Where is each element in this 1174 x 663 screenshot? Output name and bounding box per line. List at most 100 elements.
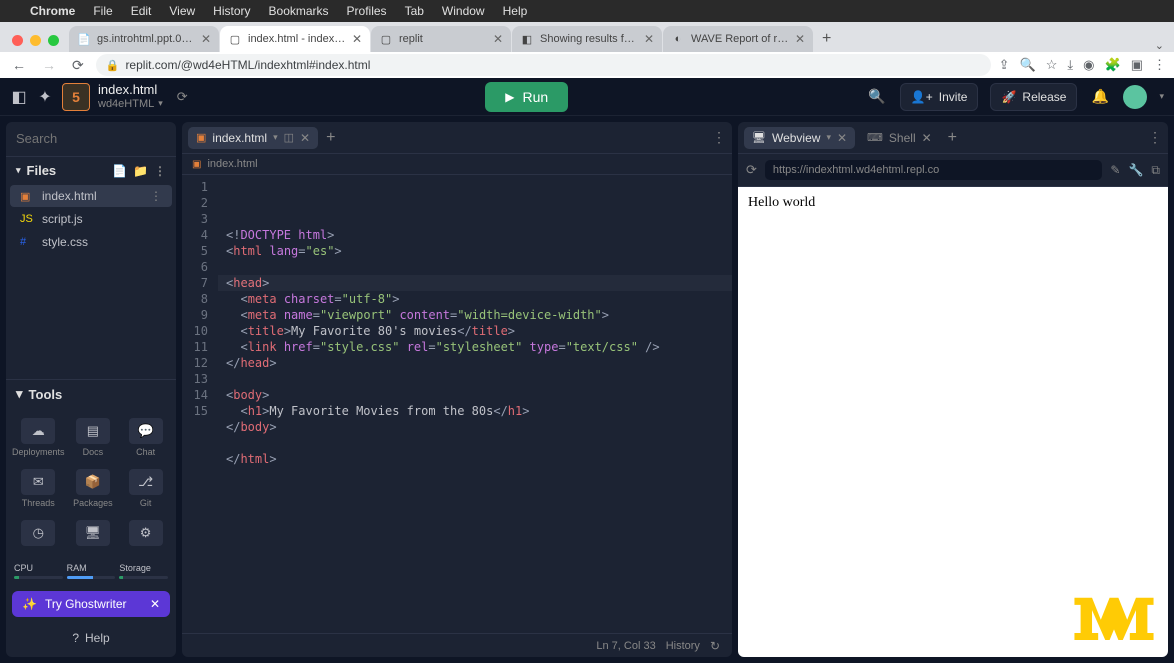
bell-icon[interactable]: 🔔 xyxy=(1089,88,1111,105)
sidebar-toggle-icon[interactable]: ◧ xyxy=(10,88,28,106)
files-more-icon[interactable]: ⋮ xyxy=(154,164,166,178)
url-field[interactable]: 🔒 replit.com/@wd4eHTML/indexhtml#index.h… xyxy=(96,54,991,76)
add-tab-button[interactable]: + xyxy=(322,129,339,147)
project-title[interactable]: index.html wd4eHTML ▾ xyxy=(98,83,163,109)
download-icon[interactable]: ⤓ xyxy=(1067,57,1073,73)
release-button[interactable]: 🚀 Release xyxy=(990,83,1077,111)
tool-item[interactable]: ⎇Git xyxy=(119,463,172,514)
code-line[interactable] xyxy=(226,371,724,387)
file-more-icon[interactable]: ⋮ xyxy=(150,189,162,203)
window-maximize[interactable] xyxy=(48,35,59,46)
replit-logo-icon[interactable]: ✦ xyxy=(36,88,54,106)
menu-tab[interactable]: Tab xyxy=(405,4,424,18)
search-input[interactable] xyxy=(16,131,166,146)
code-editor[interactable]: 123456789101112131415 <!DOCTYPE html><ht… xyxy=(182,175,732,633)
window-close[interactable] xyxy=(12,35,23,46)
wrench-icon[interactable]: 🔧 xyxy=(1128,163,1143,177)
avatar[interactable] xyxy=(1123,85,1147,109)
tool-item[interactable]: ⚙ xyxy=(119,514,172,555)
nav-forward[interactable]: → xyxy=(38,57,60,73)
browser-tab[interactable]: ▢index.html - index.html - Replit✕ xyxy=(220,26,370,52)
panel-icon[interactable]: ▣ xyxy=(1131,57,1143,73)
window-minimize[interactable] xyxy=(30,35,41,46)
menu-history[interactable]: History xyxy=(213,4,250,18)
shell-tab[interactable]: ⌨ Shell ✕ xyxy=(859,127,940,149)
tool-item[interactable]: 🖥 xyxy=(67,514,120,555)
account-chevron[interactable]: ▾ xyxy=(1159,91,1164,102)
code-line[interactable] xyxy=(226,259,724,275)
tool-item[interactable]: ▤Docs xyxy=(67,412,120,463)
profile-icon[interactable]: ◉ xyxy=(1083,57,1094,73)
menu-profiles[interactable]: Profiles xyxy=(347,4,387,18)
editor-tab-active[interactable]: ▣ index.html ▾ ◫ ✕ xyxy=(188,127,318,149)
tool-item[interactable]: ◷ xyxy=(10,514,67,555)
open-external-icon[interactable]: ⧉ xyxy=(1151,163,1160,178)
chevron-down-icon[interactable]: ▾ xyxy=(273,132,278,143)
browser-tab[interactable]: 📄gs.introhtml.ppt.02.04b - Goo✕ xyxy=(69,26,219,52)
menu-window[interactable]: Window xyxy=(442,4,485,18)
file-item[interactable]: #style.css xyxy=(10,231,172,253)
code-content[interactable]: <!DOCTYPE html><html lang="es"> <head> <… xyxy=(218,175,732,633)
tab-close-icon[interactable]: ✕ xyxy=(352,32,362,46)
new-tab-button[interactable]: + xyxy=(814,30,839,52)
menu-help[interactable]: Help xyxy=(503,4,528,18)
tool-item[interactable]: 📦Packages xyxy=(67,463,120,514)
browser-tab[interactable]: ◧Showing results for contents✕ xyxy=(512,26,662,52)
browser-tab[interactable]: ◐WAVE Report of replit✕ xyxy=(663,26,813,52)
tab-close-icon[interactable]: ✕ xyxy=(644,32,654,46)
tool-item[interactable]: ☁Deployments xyxy=(10,412,67,463)
search-icon[interactable]: 🔍 xyxy=(866,88,888,105)
add-tab-button[interactable]: + xyxy=(944,129,961,147)
code-line[interactable]: <link href="style.css" rel="stylesheet" … xyxy=(226,339,724,355)
close-icon[interactable]: ✕ xyxy=(300,131,310,145)
tools-header[interactable]: ▾ Tools xyxy=(6,379,176,408)
extensions-icon[interactable]: 🧩 xyxy=(1105,57,1121,73)
close-icon[interactable]: ✕ xyxy=(922,131,932,145)
webview-content[interactable]: Hello world xyxy=(738,187,1168,657)
close-icon[interactable]: ✕ xyxy=(150,597,160,611)
help-button[interactable]: ? Help xyxy=(12,625,170,651)
search-box[interactable] xyxy=(6,122,176,157)
tab-close-icon[interactable]: ✕ xyxy=(201,32,211,46)
sync-icon[interactable]: ⟳ xyxy=(177,89,188,105)
history-button[interactable]: History xyxy=(666,640,700,652)
menu-edit[interactable]: Edit xyxy=(131,4,152,18)
code-line[interactable]: </head> xyxy=(226,355,724,371)
chevron-down-icon[interactable]: ▾ xyxy=(826,132,831,143)
star-icon[interactable]: ☆ xyxy=(1046,57,1058,73)
menu-icon[interactable]: ⋮ xyxy=(1153,57,1166,73)
new-folder-icon[interactable]: 📁 xyxy=(133,164,148,178)
file-item[interactable]: ▣index.html⋮ xyxy=(10,185,172,207)
webview-url[interactable]: https://indexhtml.wd4ehtml.repl.co xyxy=(765,160,1103,180)
ghostwriter-button[interactable]: ✨ Try Ghostwriter ✕ xyxy=(12,591,170,617)
split-icon[interactable]: ◫ xyxy=(284,131,294,144)
invite-button[interactable]: 👤+ Invite xyxy=(900,83,979,111)
history-icon[interactable]: ↻ xyxy=(710,639,720,653)
new-file-icon[interactable]: 📄 xyxy=(112,164,127,178)
menu-view[interactable]: View xyxy=(169,4,195,18)
nav-reload[interactable]: ⟳ xyxy=(68,57,88,74)
share-icon[interactable]: ⇪ xyxy=(999,57,1010,73)
code-line[interactable]: <meta charset="utf-8"> xyxy=(226,291,724,307)
edit-icon[interactable]: ✎ xyxy=(1110,163,1120,177)
pane-more-icon[interactable]: ⋮ xyxy=(712,129,726,146)
breadcrumb[interactable]: ▣ index.html xyxy=(182,154,732,175)
run-button[interactable]: ▶ Run xyxy=(485,82,568,112)
code-line[interactable] xyxy=(226,435,724,451)
tabs-menu-chevron[interactable]: ⌄ xyxy=(1155,39,1174,52)
tool-item[interactable]: 💬Chat xyxy=(119,412,172,463)
code-line[interactable]: <!DOCTYPE html> xyxy=(226,227,724,243)
zoom-icon[interactable]: 🔍 xyxy=(1020,57,1036,73)
reload-icon[interactable]: ⟳ xyxy=(746,162,757,178)
menubar-app[interactable]: Chrome xyxy=(30,4,75,18)
webview-tab[interactable]: 🖥 Webview ▾ ✕ xyxy=(744,127,855,149)
files-header[interactable]: ▾ Files 📄 📁 ⋮ xyxy=(6,157,176,184)
code-line[interactable]: <title>My Favorite 80's movies</title> xyxy=(226,323,724,339)
tab-close-icon[interactable]: ✕ xyxy=(493,32,503,46)
code-line[interactable]: <h1>My Favorite Movies from the 80s</h1> xyxy=(226,403,724,419)
browser-tab[interactable]: ▢replit✕ xyxy=(371,26,511,52)
close-icon[interactable]: ✕ xyxy=(837,131,847,145)
code-line[interactable]: <body> xyxy=(226,387,724,403)
code-line[interactable]: </body> xyxy=(226,419,724,435)
menu-file[interactable]: File xyxy=(93,4,112,18)
